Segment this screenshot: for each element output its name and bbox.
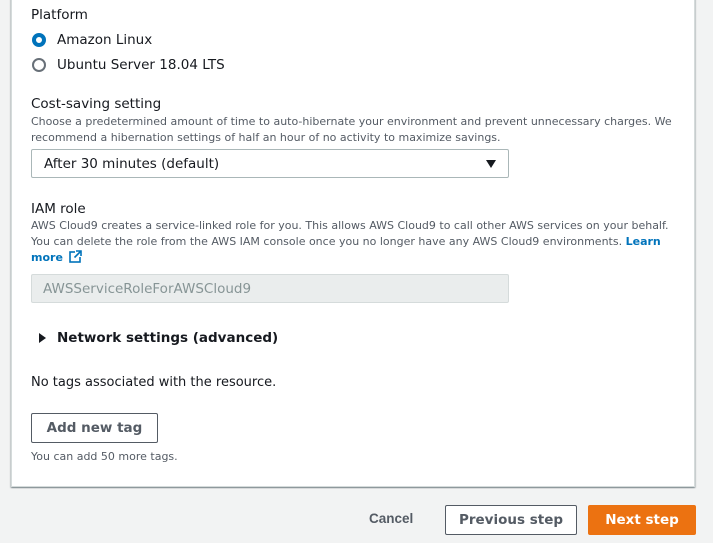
create-environment-panel: Platform Amazon Linux Ubuntu Server 18.0… <box>11 0 695 487</box>
radio-amazon-linux[interactable]: Amazon Linux <box>32 32 152 48</box>
iam-role-input: AWSServiceRoleForAWSCloud9 <box>31 274 509 303</box>
next-step-button[interactable]: Next step <box>588 505 696 535</box>
learn-more-link[interactable]: more <box>31 251 63 264</box>
cost-saving-description-line1: Choose a predetermined amount of time to… <box>31 115 672 128</box>
previous-step-button[interactable]: Previous step <box>445 505 577 535</box>
iam-role-description-line2: You can delete the role from the AWS IAM… <box>31 234 681 250</box>
iam-role-label: IAM role <box>31 201 86 217</box>
cost-saving-selected-value: After 30 minutes (default) <box>44 155 220 172</box>
network-settings-label: Network settings (advanced) <box>57 330 279 346</box>
iam-role-description-line3: more <box>31 250 681 266</box>
external-link-icon[interactable] <box>69 250 82 263</box>
iam-role-description: AWS Cloud9 creates a service-linked role… <box>31 218 681 266</box>
cost-saving-description: Choose a predetermined amount of time to… <box>31 114 681 146</box>
tags-hint: You can add 50 more tags. <box>31 450 178 463</box>
network-settings-expander[interactable]: Network settings (advanced) <box>39 330 278 346</box>
radio-label-amazon-linux: Amazon Linux <box>57 32 153 48</box>
iam-role-description-text: You can delete the role from the AWS IAM… <box>31 235 623 248</box>
cost-saving-description-line2: recommend a hibernation settings of half… <box>31 131 501 144</box>
caret-right-icon <box>39 333 46 343</box>
caret-down-icon <box>486 160 496 168</box>
cost-saving-label: Cost-saving setting <box>31 96 162 112</box>
radio-button-unchecked[interactable] <box>32 58 46 72</box>
cancel-button[interactable]: Cancel <box>369 511 413 526</box>
radio-button-checked[interactable] <box>32 33 46 47</box>
platform-label: Platform <box>31 7 88 23</box>
iam-role-value: AWSServiceRoleForAWSCloud9 <box>43 280 252 297</box>
learn-more-link-part1[interactable]: Learn <box>626 235 661 248</box>
add-new-tag-button[interactable]: Add new tag <box>31 413 158 443</box>
cost-saving-select[interactable]: After 30 minutes (default) <box>31 149 509 178</box>
iam-role-description-line1: AWS Cloud9 creates a service-linked role… <box>31 219 669 232</box>
radio-label-ubuntu: Ubuntu Server 18.04 LTS <box>57 57 225 73</box>
radio-ubuntu[interactable]: Ubuntu Server 18.04 LTS <box>32 57 225 73</box>
no-tags-text: No tags associated with the resource. <box>31 375 277 390</box>
